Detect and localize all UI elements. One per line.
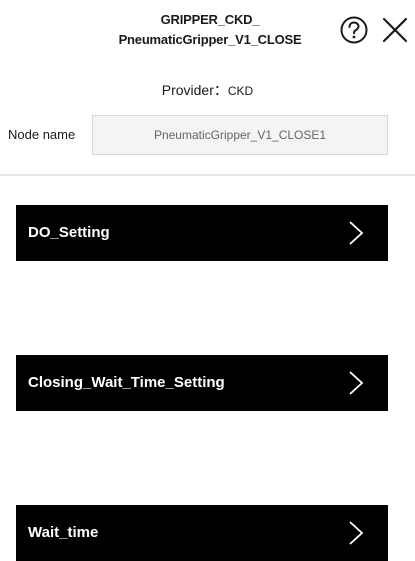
wait-time-button[interactable]: Wait_time <box>16 505 388 561</box>
section-divider <box>0 174 415 176</box>
chevron-right-icon <box>349 371 364 395</box>
do-setting-label: DO_Setting <box>28 224 110 241</box>
node-name-input[interactable] <box>92 115 388 155</box>
provider-label: Provider： <box>161 82 228 98</box>
closing-wait-time-setting-button[interactable]: Closing_Wait_Time_Setting <box>16 355 388 411</box>
chevron-right-icon <box>349 221 364 245</box>
close-button[interactable] <box>381 16 409 44</box>
question-circle-icon <box>340 16 368 44</box>
wait-time-label: Wait_time <box>28 524 99 541</box>
dialog-title: GRIPPER_CKD_ PneumaticGripper_V1_CLOSE <box>60 10 360 50</box>
provider-info: Provider：CKD <box>0 80 415 100</box>
chevron-right-icon <box>349 521 364 545</box>
do-setting-button[interactable]: DO_Setting <box>16 205 388 261</box>
provider-value: CKD <box>227 84 254 98</box>
closing-wait-time-setting-label: Closing_Wait_Time_Setting <box>28 374 225 391</box>
dialog-title-line1: GRIPPER_CKD_ <box>160 12 260 27</box>
close-x-icon <box>382 17 408 43</box>
dialog-title-line2: PneumaticGripper_V1_CLOSE <box>118 32 302 47</box>
node-name-label: Node name <box>8 127 76 142</box>
help-button[interactable] <box>339 15 369 45</box>
